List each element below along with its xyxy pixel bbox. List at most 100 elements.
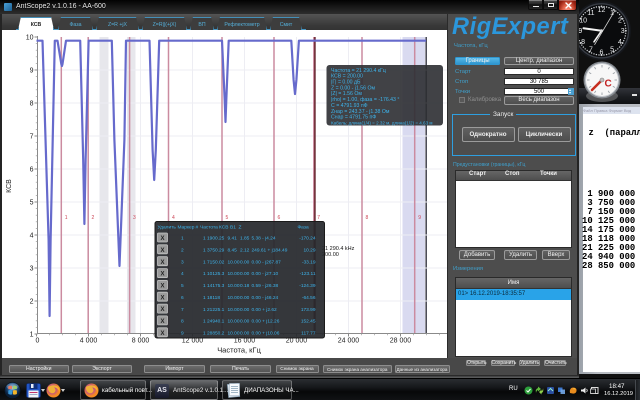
svg-text:X: X	[160, 236, 164, 242]
svg-text:4: 4	[181, 271, 184, 277]
svg-text:7: 7	[181, 307, 184, 313]
svg-text:0.00: 0.00	[240, 331, 250, 337]
svg-text:0.00 - j27.10: 0.00 - j27.10	[252, 271, 279, 277]
svg-text:8: 8	[30, 101, 34, 108]
svg-text:0.00: 0.00	[240, 271, 250, 277]
svg-text:11: 11	[587, 10, 594, 17]
svg-text:X: X	[160, 319, 164, 325]
svg-text:10.00: 10.00	[228, 295, 240, 301]
svg-text:Частота: Частота	[200, 225, 218, 231]
svg-text:1 24940.1: 1 24940.1	[203, 319, 225, 325]
svg-text:1 1900.25: 1 1900.25	[203, 236, 225, 242]
svg-text:5: 5	[610, 47, 614, 54]
svg-text:4: 4	[172, 215, 175, 221]
svg-text:10.00: 10.00	[228, 307, 240, 313]
svg-text:Z: Z	[239, 225, 242, 231]
svg-text:1 28850.2: 1 28850.2	[203, 331, 225, 337]
svg-text:0.18: 0.18	[240, 283, 250, 289]
svg-text:5.38 - j4.24: 5.38 - j4.24	[252, 236, 276, 242]
svg-text:8: 8	[581, 39, 585, 46]
svg-text:3: 3	[181, 259, 184, 265]
svg-text:1 14175.3: 1 14175.3	[203, 283, 225, 289]
svg-text:117.77: 117.77	[301, 331, 316, 337]
svg-text:24 000: 24 000	[338, 338, 360, 345]
svg-text:0.00: 0.00	[240, 319, 250, 325]
svg-text:9: 9	[30, 68, 34, 75]
svg-text:0.00 - j46.24: 0.00 - j46.24	[252, 295, 279, 301]
svg-text:1: 1	[30, 332, 34, 339]
svg-text:10: 10	[26, 35, 34, 42]
svg-text:9.41: 9.41	[228, 236, 238, 242]
svg-text:6: 6	[600, 49, 604, 56]
svg-text:1 3750.29: 1 3750.29	[203, 248, 225, 254]
svg-text:В1: В1	[230, 225, 236, 231]
svg-text:20 000: 20 000	[286, 338, 308, 345]
svg-text:12 000: 12 000	[182, 338, 204, 345]
svg-text:10.00: 10.00	[228, 331, 240, 337]
svg-text:10.29: 10.29	[303, 248, 315, 254]
svg-text:4: 4	[618, 39, 622, 46]
svg-text:0.00: 0.00	[240, 259, 250, 265]
svg-text:5: 5	[30, 200, 34, 207]
svg-text:2.12: 2.12	[240, 248, 250, 254]
svg-text:X: X	[160, 260, 164, 266]
svg-text:10.00: 10.00	[228, 271, 240, 277]
svg-text:Удалить: Удалить	[158, 225, 177, 231]
svg-text:8.45: 8.45	[228, 248, 238, 254]
svg-text:2: 2	[618, 18, 622, 25]
svg-text:9: 9	[181, 331, 184, 337]
svg-text:8: 8	[366, 215, 369, 221]
svg-text:X: X	[160, 248, 164, 254]
svg-text:-123.11: -123.11	[300, 271, 316, 277]
svg-text:-170.24: -170.24	[299, 236, 316, 242]
svg-text:7: 7	[317, 215, 320, 221]
svg-text:КСВ: КСВ	[219, 225, 228, 231]
svg-text:1 10125.3: 1 10125.3	[203, 271, 225, 277]
svg-text:5: 5	[226, 215, 229, 221]
svg-text:5: 5	[181, 283, 184, 289]
svg-text:Маркер: Маркер	[178, 225, 195, 231]
svg-text:-33.19: -33.19	[302, 259, 316, 265]
svg-text:3: 3	[30, 266, 34, 273]
svg-text:8: 8	[181, 319, 184, 325]
svg-text:1: 1	[65, 215, 68, 221]
svg-text:4: 4	[30, 233, 34, 240]
svg-text:152.45: 152.45	[301, 319, 316, 325]
svg-text:0.00: 0.00	[240, 307, 250, 313]
svg-text:Частота, кГц: Частота, кГц	[217, 346, 261, 355]
svg-text:1: 1	[181, 236, 184, 242]
svg-text:9: 9	[418, 215, 421, 221]
svg-text:7: 7	[589, 47, 593, 54]
svg-text:7: 7	[30, 134, 34, 141]
svg-text:-124.39: -124.39	[299, 283, 316, 289]
svg-text:10.00: 10.00	[228, 319, 240, 325]
svg-text:4 000: 4 000	[80, 338, 98, 345]
svg-text:1 7150.02: 1 7150.02	[203, 259, 225, 265]
svg-text:#: #	[196, 225, 199, 231]
svg-text:6: 6	[30, 167, 34, 174]
svg-text:2: 2	[181, 248, 184, 254]
svg-text:6: 6	[181, 295, 184, 301]
svg-text:3: 3	[133, 215, 136, 221]
svg-text:1 21225.1: 1 21225.1	[203, 307, 225, 313]
svg-text:C: C	[605, 79, 612, 90]
svg-text:0.00 + j10.06: 0.00 + j10.06	[252, 331, 280, 337]
svg-text:0.00 + j12.26: 0.00 + j12.26	[252, 319, 280, 325]
svg-text:2: 2	[92, 215, 95, 221]
svg-text:0: 0	[36, 338, 40, 345]
svg-text:X: X	[160, 284, 164, 290]
svg-text:249.61 + j184.49: 249.61 + j184.49	[252, 248, 288, 254]
svg-text:16 000: 16 000	[234, 338, 256, 345]
svg-text:173.99: 173.99	[301, 307, 316, 313]
svg-text:3: 3	[621, 28, 625, 35]
svg-text:X: X	[160, 272, 164, 278]
svg-text:X: X	[160, 331, 164, 337]
svg-text:10: 10	[579, 18, 587, 25]
svg-text:8 000: 8 000	[132, 338, 150, 345]
svg-text:-64.56: -64.56	[302, 295, 316, 301]
svg-text:Кабель: длина(1/4) = 2.32 м, д: Кабель: длина(1/4) = 2.32 м, длина(1/2) …	[331, 120, 433, 125]
svg-text:28 000: 28 000	[390, 338, 412, 345]
svg-text:X: X	[160, 307, 164, 313]
svg-text:Фаза: Фаза	[298, 225, 309, 231]
svg-text:0.59 - j26.38: 0.59 - j26.38	[252, 283, 279, 289]
